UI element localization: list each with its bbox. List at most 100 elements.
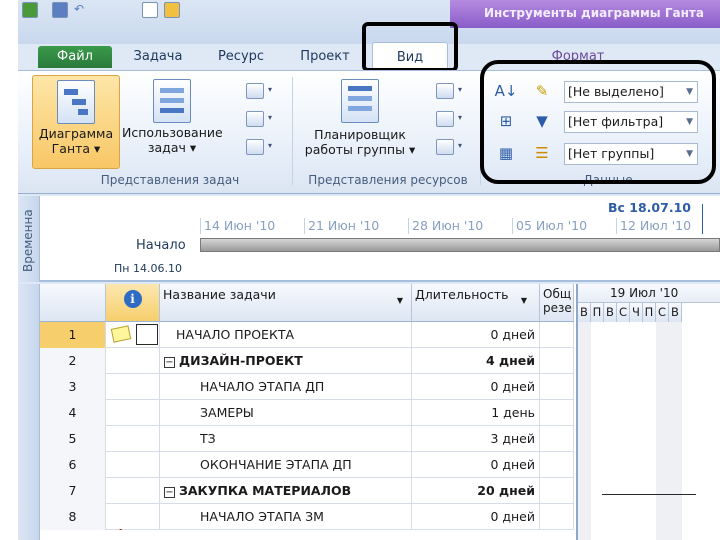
row-number[interactable]: 6 (40, 452, 106, 478)
gantt-chart-button[interactable]: Диаграмма Ганта ▾ (32, 75, 120, 169)
indicators-column-header[interactable]: i (106, 284, 160, 322)
task-name-column-header[interactable]: Название задачи ▼ (160, 284, 412, 322)
sort-icon[interactable]: A↓ (494, 81, 518, 101)
data-group-label: Данные (583, 173, 633, 187)
gantt-table: i Название задачи ▼ Длительность ▼ Общ р… (18, 284, 720, 540)
app-icon[interactable] (22, 2, 38, 18)
network-diagram-icon[interactable] (246, 83, 264, 99)
group-select[interactable]: [Нет группы] ▼ (564, 143, 698, 165)
chart-week-header: 19 Июл '10 (578, 284, 720, 303)
tab-project[interactable]: Проект (290, 46, 360, 68)
collapse-icon[interactable]: − (164, 357, 175, 368)
timeline-pane[interactable]: Временна 14 Июн '10 21 Июн '10 28 Июн '1… (18, 196, 720, 282)
row-number[interactable]: 2 (40, 348, 106, 374)
duration-cell[interactable]: 0 дней (412, 374, 540, 400)
task-usage-button[interactable]: Использование задач ▾ (122, 75, 223, 169)
select-all-corner[interactable] (40, 284, 106, 322)
gantt-label-2: Ганта ▾ (51, 141, 101, 156)
row-number[interactable]: 1 (40, 322, 106, 348)
work-cell[interactable] (540, 426, 574, 452)
tab-resource[interactable]: Ресурс (206, 46, 276, 68)
row-number[interactable]: 8 (40, 504, 106, 530)
task-name-cell[interactable]: ЗАМЕРЫ (160, 400, 412, 426)
duration-cell[interactable]: 0 дней (412, 322, 540, 348)
row-number[interactable]: 5 (40, 426, 106, 452)
duration-cell[interactable]: 1 день (412, 400, 540, 426)
new-file-icon[interactable] (142, 2, 158, 18)
task-name-cell[interactable]: − ЗАКУПКА МАТЕРИАЛОВ (160, 478, 412, 504)
duration-cell[interactable]: 0 дней (412, 504, 540, 530)
filter-select[interactable]: [Нет фильтра] ▼ (564, 111, 698, 133)
work-column-header[interactable]: Общ резе (540, 284, 574, 322)
task-name-cell[interactable]: НАЧАЛО ЭТАПА ДП (160, 374, 412, 400)
task-name-cell[interactable]: ТЗ (160, 426, 412, 452)
day-letter: Ч (630, 303, 643, 322)
timeline-bar[interactable] (200, 238, 720, 252)
work-cell[interactable] (540, 322, 574, 348)
task-name-cell[interactable]: ОКОНЧАНИЕ ЭТАПА ДП (160, 452, 412, 478)
open-folder-icon[interactable] (164, 2, 180, 18)
table-row[interactable]: 3 НАЧАЛО ЭТАПА ДП 0 дней (40, 374, 574, 400)
gantt-chart-icon (57, 80, 95, 124)
undo-icon[interactable]: ↶ (74, 2, 90, 18)
task-name-cell[interactable]: НАЧАЛО ПРОЕКТА (160, 322, 412, 348)
day-letter: С (656, 303, 669, 322)
weekend-shading (578, 322, 591, 540)
task-name-cell[interactable]: НАЧАЛО ЭТАПА ЗМ (160, 504, 412, 530)
highlight-select[interactable]: [Не выделено] ▼ (564, 81, 698, 103)
table-row[interactable]: 5 ТЗ 3 дней (40, 426, 574, 452)
note-icon[interactable] (110, 325, 132, 343)
row-number[interactable]: 7 (40, 478, 106, 504)
duration-cell[interactable]: 4 дней (412, 348, 540, 374)
filter-select-value: [Нет фильтра] (568, 114, 664, 129)
table-row[interactable]: 8 ! НАЧАЛО ЭТАПА ЗМ 0 дней (40, 504, 574, 530)
collapse-icon[interactable]: − (164, 487, 175, 498)
tab-format[interactable]: Формат (530, 46, 626, 68)
tab-file[interactable]: Файл (38, 46, 112, 68)
work-cell[interactable] (540, 348, 574, 374)
timeline-tick (304, 218, 305, 234)
outline-icon[interactable]: ⊞ (494, 111, 518, 131)
work-cell[interactable] (540, 452, 574, 478)
row-indicators (106, 322, 160, 348)
resource-usage-icon[interactable] (436, 83, 454, 99)
resource-form-icon[interactable] (436, 139, 454, 155)
group-by-icon[interactable]: ☰ (530, 143, 554, 163)
row-number[interactable]: 4 (40, 400, 106, 426)
highlight-select-value: [Не выделено] (568, 84, 664, 99)
timeline-current-marker (702, 204, 703, 234)
duration-column-header[interactable]: Длительность ▼ (412, 284, 540, 322)
work-cell[interactable] (540, 478, 574, 504)
group-divider (292, 77, 293, 185)
team-planner-button[interactable]: Планировщик работы группы ▾ (298, 75, 422, 169)
highlight-pen-icon[interactable]: ✎ (530, 81, 554, 101)
table-row[interactable]: 1 НАЧАЛО ПРОЕКТА 0 дней (40, 322, 574, 348)
duration-cell[interactable]: 0 дней (412, 452, 540, 478)
duration-cell[interactable]: 3 дней (412, 426, 540, 452)
row-indicators: ! (106, 504, 160, 530)
table-row[interactable]: 6 ОКОНЧАНИЕ ЭТАПА ДП 0 дней (40, 452, 574, 478)
row-number[interactable]: 3 (40, 374, 106, 400)
chevron-down-icon[interactable]: ▼ (521, 296, 527, 305)
tables-icon[interactable]: ▦ (494, 143, 518, 163)
warning-icon[interactable]: ! (118, 522, 123, 530)
summary-bar-line[interactable] (602, 494, 696, 495)
view-bar (18, 284, 40, 540)
work-cell[interactable] (540, 504, 574, 530)
table-row[interactable]: 4 ЗАМЕРЫ 1 день (40, 400, 574, 426)
tab-task[interactable]: Задача (122, 46, 194, 68)
other-views-icon[interactable] (246, 139, 264, 155)
filter-icon[interactable]: ▼ (530, 111, 554, 131)
chevron-down-icon[interactable]: ▼ (397, 296, 403, 305)
gantt-chart-pane[interactable]: 19 Июл '10 В П В С Ч П С В (576, 284, 720, 540)
work-cell[interactable] (540, 374, 574, 400)
work-cell[interactable] (540, 400, 574, 426)
chevron-down-icon: ▼ (686, 87, 693, 97)
table-row[interactable]: 7 − ЗАКУПКА МАТЕРИАЛОВ 20 дней (40, 478, 574, 504)
task-name-cell[interactable]: − ДИЗАЙН-ПРОЕКТ (160, 348, 412, 374)
duration-cell[interactable]: 20 дней (412, 478, 540, 504)
calendar-icon[interactable] (246, 111, 264, 127)
table-row[interactable]: 2 − ДИЗАЙН-ПРОЕКТ 4 дней (40, 348, 574, 374)
save-icon[interactable] (52, 2, 68, 18)
resource-sheet-icon[interactable] (436, 111, 454, 127)
